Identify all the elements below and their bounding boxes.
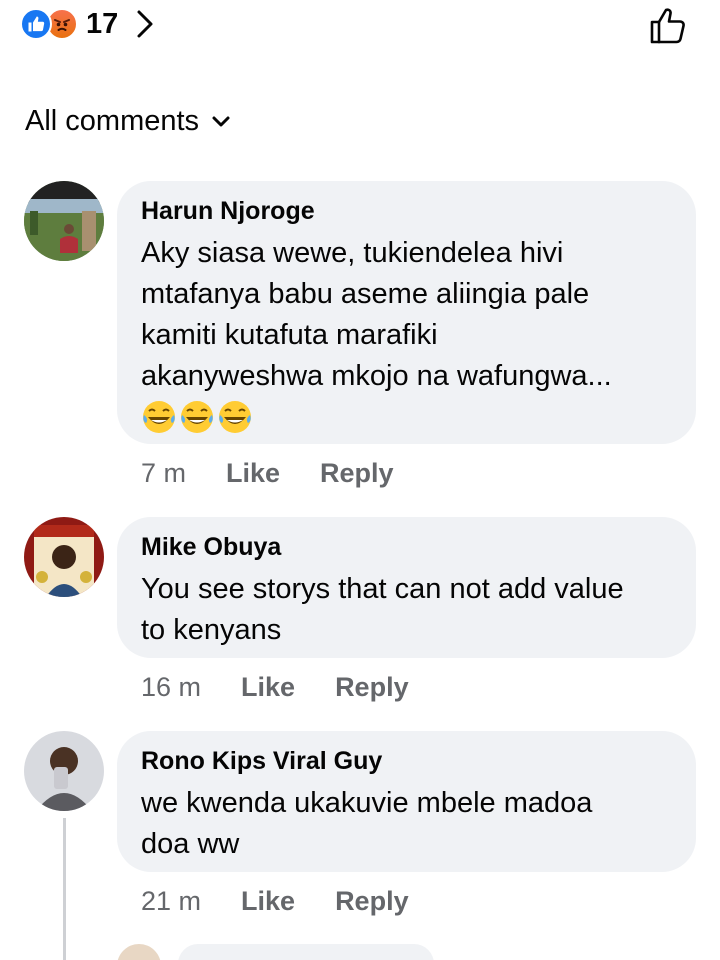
comment-text-line: we kwenda ukakuvie mbele madoa [141, 787, 593, 819]
comment-time[interactable]: 7 m [141, 458, 186, 489]
comment-actions: 16 m Like Reply [141, 672, 409, 703]
comment-text-line: akanyweshwa mkojo na wafungwa... [141, 360, 612, 392]
avatar[interactable] [24, 517, 104, 597]
comment-text: You see storys that can not add value to… [141, 569, 672, 651]
comment-text-line: to kenyans [141, 614, 282, 646]
avatar[interactable] [24, 731, 104, 811]
reactions-summary[interactable]: 17 [20, 4, 154, 44]
comment-text-line: You see storys that can not add value [141, 573, 624, 605]
reaction-icons [20, 8, 78, 40]
comment-author[interactable]: Mike Obuya [141, 531, 672, 563]
like-reaction-icon [20, 8, 52, 40]
avatar[interactable] [24, 181, 104, 261]
comment-text-line: Aky siasa wewe, tukiendelea hivi [141, 237, 564, 269]
like-comment-button[interactable]: Like [226, 458, 280, 489]
reaction-count: 17 [86, 7, 119, 40]
like-comment-button[interactable]: Like [241, 672, 295, 703]
comment-sort-dropdown[interactable]: All comments [25, 100, 231, 142]
comment-bubble[interactable]: Harun Njoroge Aky siasa wewe, tukiendele… [117, 181, 696, 444]
comments-screen: 17 All comments Harun Njoroge Aky siasa … [0, 0, 720, 960]
emoji-row [141, 399, 672, 435]
reply-comment-button[interactable]: Reply [335, 672, 409, 703]
comment-text: Aky siasa wewe, tukiendelea hivi mtafany… [141, 233, 672, 397]
chevron-down-icon [212, 116, 230, 127]
comment-actions: 21 m Like Reply [141, 886, 409, 917]
reply-thread-line [63, 818, 66, 960]
like-comment-button[interactable]: Like [241, 886, 295, 917]
comment-time[interactable]: 21 m [141, 886, 201, 917]
laughing-tears-emoji-icon [219, 401, 251, 433]
comment-text-line: doa ww [141, 828, 240, 860]
sort-label: All comments [25, 104, 200, 137]
comment-bubble[interactable]: Rono Kips Viral Guy we kwenda ukakuvie m… [117, 731, 696, 872]
comment-bubble[interactable]: Mike Obuya You see storys that can not a… [117, 517, 696, 658]
reply-bubble[interactable] [178, 944, 434, 960]
laughing-tears-emoji-icon [181, 401, 213, 433]
reply-avatar[interactable] [117, 944, 161, 960]
comment-actions: 7 m Like Reply [141, 458, 394, 489]
comment-author[interactable]: Rono Kips Viral Guy [141, 745, 672, 777]
like-post-button[interactable] [648, 4, 690, 46]
reply-comment-button[interactable]: Reply [335, 886, 409, 917]
chevron-right-icon [137, 10, 153, 38]
comment-author[interactable]: Harun Njoroge [141, 195, 672, 227]
reply-comment-button[interactable]: Reply [320, 458, 394, 489]
comment-text: we kwenda ukakuvie mbele madoa doa ww [141, 783, 672, 865]
comment-text-line: mtafanya babu aseme aliingia pale [141, 278, 590, 310]
comment-text-line: kamiti kutafuta marafiki [141, 319, 438, 351]
comment-time[interactable]: 16 m [141, 672, 201, 703]
laughing-tears-emoji-icon [143, 401, 175, 433]
